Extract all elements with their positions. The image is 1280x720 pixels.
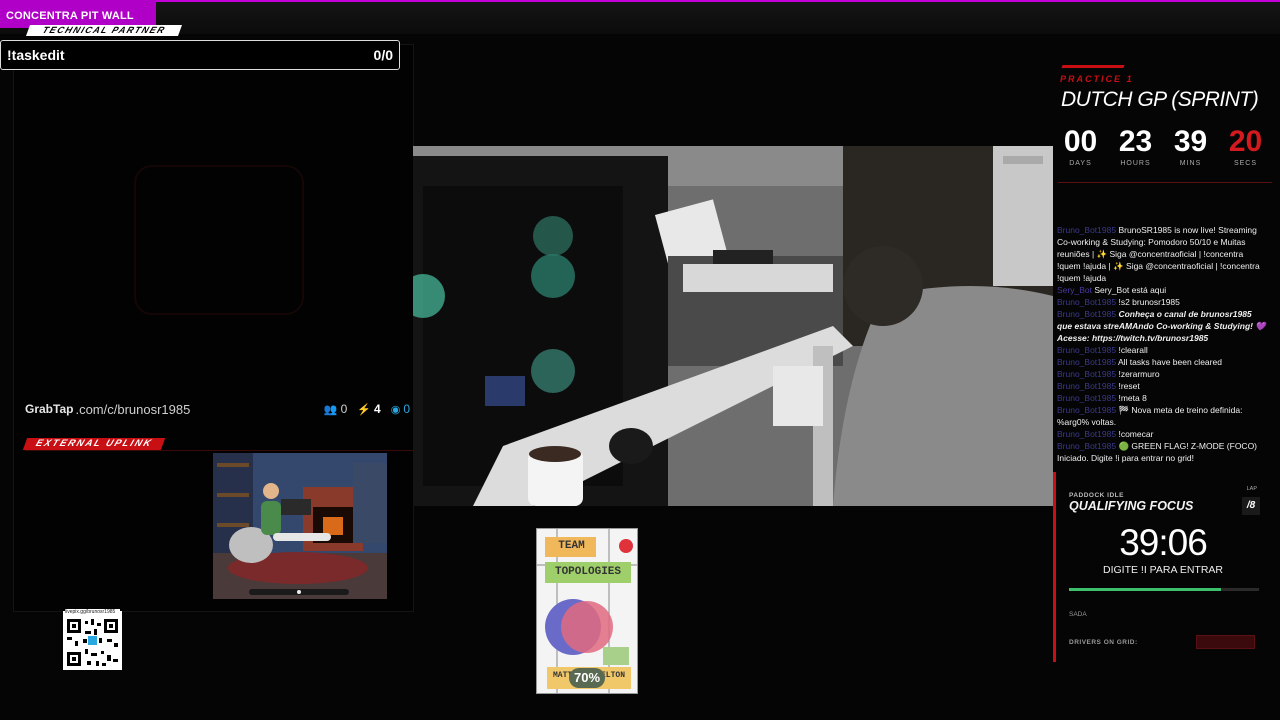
users-stat: 👥 0 — [324, 402, 347, 416]
countdown-days-value: 00 — [1063, 125, 1098, 158]
drivers-on-grid-label: DRIVERS ON GRID: — [1069, 639, 1138, 646]
task-box: !taskedit 0/0 — [0, 40, 400, 70]
qr-label: livepix.gg/brunosr1985 — [65, 609, 120, 615]
countdown-days-label: DAYS — [1069, 160, 1092, 167]
focus-progress-fill — [1069, 588, 1221, 591]
chat-username: Bruno_Bot1985 — [1057, 309, 1119, 319]
chat-message: Bruno_Bot1985 BrunoSR1985 is now live! S… — [1057, 224, 1269, 284]
countdown-days: 00 DAYS — [1058, 125, 1103, 168]
countdown-mins-value: 39 — [1173, 125, 1208, 158]
uplink-divider — [25, 450, 413, 451]
lap-counter: /8 — [1242, 497, 1260, 515]
chat-message: Bruno_Bot1985 !s2 brunosr1985 — [1057, 296, 1269, 308]
countdown-mins: 39 MINS — [1168, 125, 1213, 168]
lap-label: LAP — [1246, 486, 1257, 492]
users-icon: 👥 — [323, 403, 338, 416]
chat-username: Bruno_Bot1985 — [1057, 441, 1119, 451]
chat-log: Bruno_Bot1985 BrunoSR1985 is now live! S… — [1057, 224, 1269, 464]
chat-username: Sery_Bot — [1057, 285, 1095, 295]
chat-text: !comecar — [1118, 429, 1154, 439]
chat-message: Bruno_Bot1985 !clearall — [1057, 344, 1269, 356]
chat-message: Bruno_Bot1985 All tasks have been cleare… — [1057, 356, 1269, 368]
countdown-secs-label: SECS — [1233, 160, 1258, 167]
chat-username: Bruno_Bot1985 — [1057, 381, 1119, 391]
grabtap-stats: 👥 0 ⚡ 4 ◉ 0 — [324, 402, 410, 416]
grabtap-row: GrabTap .com/c/brunosr1985 👥 0 ⚡ 4 ◉ 0 — [25, 400, 410, 418]
chat-username: Bruno_Bot1985 — [1057, 393, 1119, 403]
chat-username: Bruno_Bot1985 — [1057, 405, 1119, 415]
task-command: !taskedit — [7, 47, 65, 63]
countdown-secs-value: 20 — [1228, 125, 1263, 158]
chat-message: Bruno_Bot1985 🟢 GREEN FLAG! Z-MODE (FOCO… — [1057, 440, 1269, 464]
live-stat: ◉ 0 — [391, 402, 410, 416]
chat-text: All tasks have been cleared — [1117, 357, 1222, 367]
users-count: 0 — [340, 402, 348, 416]
chat-text: !reset — [1118, 381, 1140, 391]
task-count: 0/0 — [373, 47, 393, 63]
chat-username: Bruno_Bot1985 — [1057, 429, 1119, 439]
session-accent-bar — [1061, 65, 1125, 68]
uplink-label: EXTERNAL UPLINK — [22, 438, 166, 450]
chat-username: Bruno_Bot1985 — [1057, 297, 1119, 307]
chat-message: Bruno_Bot1985 !zerarmuro — [1057, 368, 1269, 380]
chat-username: Bruno_Bot1985 — [1057, 357, 1118, 367]
race-name: DUTCH GP (SPRINT) — [1061, 88, 1259, 111]
book-title-line2: TOPOLOGIES — [554, 566, 621, 578]
countdown-hours: 23 HOURS — [1113, 125, 1158, 168]
countdown-secs: 20 SECS — [1223, 125, 1268, 168]
brand-title: CONCENTRA PIT WALL — [0, 0, 156, 28]
qualifying-title: QUALIFYING FOCUS — [1069, 499, 1194, 513]
countdown: 00 DAYS 23 HOURS 39 MINS 20 SECS — [1058, 125, 1268, 168]
bolt-icon: ⚡ — [357, 403, 372, 416]
book-title-line1: TEAM — [558, 540, 585, 552]
grabtap-logo: GrabTap — [25, 402, 74, 416]
chat-message: Sery_Bot Sery_Bot está aqui — [1057, 284, 1269, 296]
live-count: 0 — [403, 402, 410, 416]
chat-username: Bruno_Bot1985 — [1057, 225, 1119, 235]
countdown-hours-label: HOURS — [1120, 160, 1151, 167]
focus-timer: 39:06 — [1119, 522, 1208, 563]
focus-progress-bar — [1069, 588, 1259, 591]
chat-text: !clearall — [1118, 345, 1148, 355]
chat-text: !meta 8 — [1118, 393, 1147, 403]
live-icon: ◉ — [390, 403, 401, 416]
session-type: PRACTICE 1 — [1060, 74, 1134, 84]
book-progress-badge: 70% — [569, 668, 605, 688]
chat-message: Bruno_Bot1985 Conheça o canal de brunosr… — [1057, 308, 1269, 344]
bolt-count: 4 — [374, 402, 381, 416]
qr-code[interactable] — [63, 611, 122, 670]
paddock-status: PADDOCK IDLE — [1069, 492, 1124, 499]
chat-message: Bruno_Bot1985 !comecar — [1057, 428, 1269, 440]
countdown-hours-value: 23 — [1118, 125, 1153, 158]
sada-label: SADA — [1069, 611, 1087, 618]
chat-message: Bruno_Bot1985 🏁 Nova meta de treino defi… — [1057, 404, 1269, 428]
drivers-on-grid-button[interactable] — [1196, 635, 1255, 649]
chat-message: Bruno_Bot1985 !reset — [1057, 380, 1269, 392]
brand-subtitle: TECHNICAL PARTNER — [25, 25, 183, 36]
chat-message: Bruno_Bot1985 !meta 8 — [1057, 392, 1269, 404]
chat-username: Bruno_Bot1985 — [1057, 345, 1119, 355]
webcam-feed — [413, 146, 1053, 506]
grabtap-url[interactable]: .com/c/brunosr1985 — [75, 402, 190, 417]
chat-text: !s2 brunosr1985 — [1118, 297, 1180, 307]
qualifying-panel: PADDOCK IDLE QUALIFYING FOCUS LAP /8 39:… — [1053, 472, 1267, 662]
chat-text: Sery_Bot está aqui — [1094, 285, 1167, 295]
countdown-mins-label: MINS — [1179, 160, 1202, 167]
chat-text: !zerarmuro — [1118, 369, 1160, 379]
chat-username: Bruno_Bot1985 — [1057, 369, 1119, 379]
countdown-divider — [1058, 182, 1272, 183]
top-bar — [0, 0, 1280, 34]
lofi-animation — [213, 453, 387, 599]
hex-decoration — [134, 165, 304, 315]
bolt-stat: ⚡ 4 — [357, 402, 380, 416]
focus-instruction: DIGITE !I PARA ENTRAR — [1103, 564, 1223, 576]
